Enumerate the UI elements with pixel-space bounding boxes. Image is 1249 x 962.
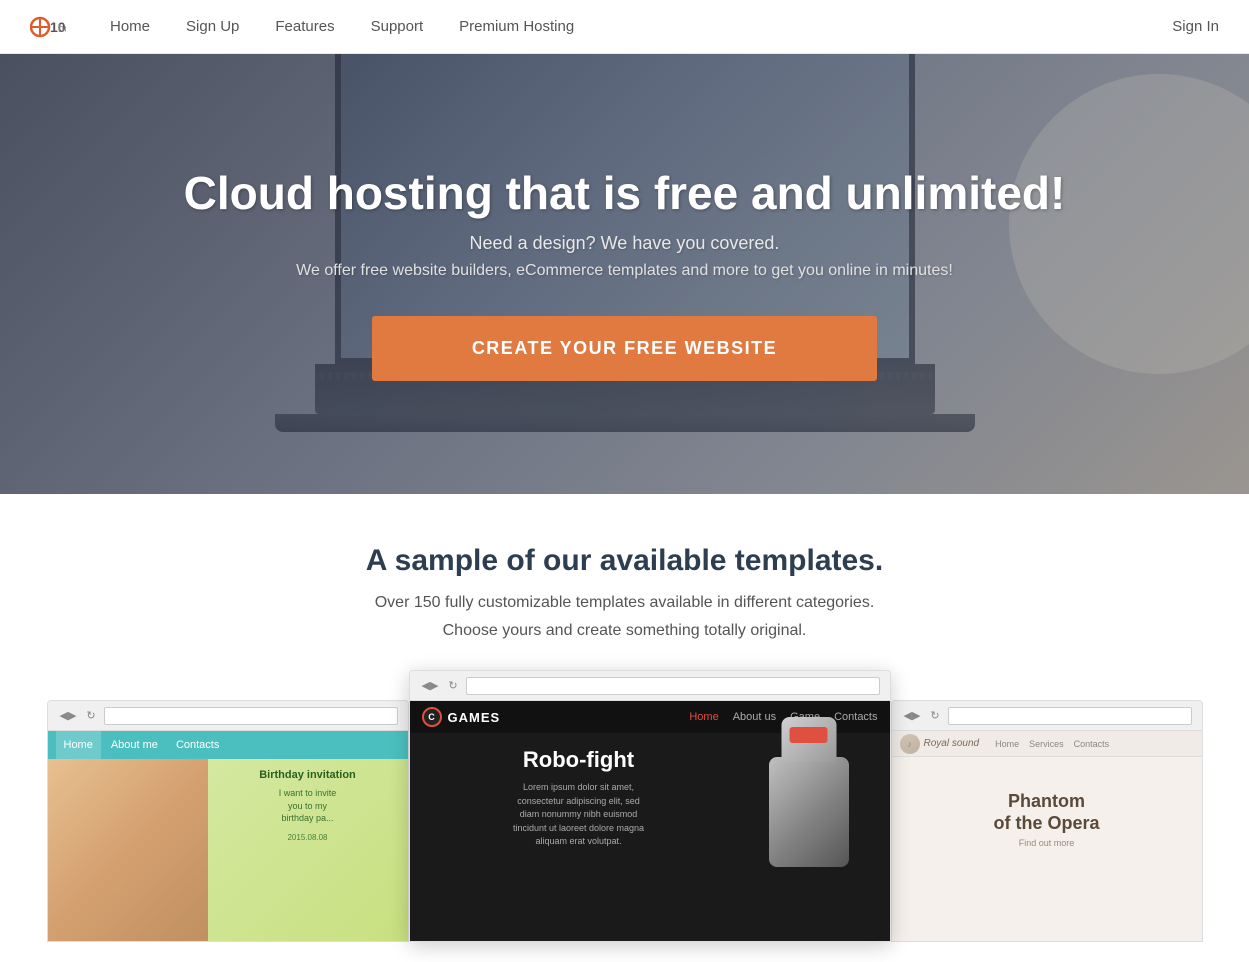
logo-icon: 10 hosting — [30, 9, 66, 45]
browser-bar-royal: ◀▶ ↻ — [892, 701, 1202, 731]
games-text: Robo-fight Lorem ipsum dolor sit amet,co… — [426, 747, 732, 907]
nav-item-support[interactable]: Support — [371, 18, 424, 35]
birthday-nav-home[interactable]: Home — [56, 731, 101, 759]
games-robot-image — [744, 747, 874, 907]
template-games-frame: ◀▶ ↻ C GAMES Home About us Game Contacts — [409, 670, 891, 942]
hero-description: We offer free website builders, eCommerc… — [296, 262, 953, 280]
hero-subtitle: Need a design? We have you covered. — [470, 233, 780, 254]
template-games: C GAMES Home About us Game Contacts Robo… — [410, 701, 890, 941]
royal-nav-home[interactable]: Home — [995, 739, 1019, 749]
browser-refresh[interactable]: ↻ — [84, 709, 97, 722]
browser-refresh-games[interactable]: ↻ — [446, 679, 459, 692]
birthday-photo — [48, 759, 208, 941]
games-nav-home[interactable]: Home — [689, 711, 718, 723]
games-logo-circle: C — [422, 707, 442, 727]
games-logo: C GAMES — [422, 707, 501, 727]
templates-section: A sample of our available templates. Ove… — [0, 494, 1249, 962]
games-brand: GAMES — [448, 710, 501, 725]
robot-visor — [790, 727, 828, 743]
birthday-body: I want to inviteyou to mybirthday pa... — [218, 787, 398, 825]
cta-button[interactable]: CREATE YOUR FREE WEBSITE — [372, 316, 877, 381]
template-birthday: Home About me Contacts Birthday invitati… — [48, 731, 408, 941]
templates-desc1: Over 150 fully customizable templates av… — [40, 594, 1209, 612]
hero-section: Cloud hosting that is free and unlimited… — [0, 54, 1249, 494]
browser-nav-back-royal[interactable]: ◀▶ — [902, 709, 923, 722]
templates-desc2: Choose yours and create something totall… — [40, 622, 1209, 640]
browser-url-games — [466, 677, 880, 695]
royal-logo: ♪ Royal sound — [900, 734, 980, 754]
browser-bar-birthday: ◀▶ ↻ — [48, 701, 408, 731]
nav-item-signup[interactable]: Sign Up — [186, 18, 239, 35]
robot-head — [781, 717, 836, 762]
games-nav-contacts[interactable]: Contacts — [834, 711, 877, 723]
nav-item-features[interactable]: Features — [275, 18, 334, 35]
template-royal: ♪ Royal sound Home Services Contacts Pha… — [892, 731, 1202, 941]
logo[interactable]: 10 hosting — [30, 9, 70, 45]
games-title: Robo-fight — [426, 747, 732, 773]
royal-title: Phantomof the Opera — [993, 791, 1099, 834]
royal-subtitle: Find out more — [1019, 838, 1075, 848]
browser-nav-back[interactable]: ◀▶ — [58, 709, 79, 722]
hero-title: Cloud hosting that is free and unlimited… — [184, 167, 1066, 220]
nav-item-premium[interactable]: Premium Hosting — [459, 18, 574, 35]
royal-nav: ♪ Royal sound Home Services Contacts — [892, 731, 1202, 757]
robot-body — [769, 757, 849, 867]
browser-nav-back-games[interactable]: ◀▶ — [420, 679, 441, 692]
hero-content: Cloud hosting that is free and unlimited… — [184, 167, 1066, 382]
template-birthday-frame: ◀▶ ↻ Home About me Contacts Birthday inv… — [47, 700, 409, 942]
royal-content: Phantomof the Opera Find out more — [892, 757, 1202, 862]
birthday-nav-contacts[interactable]: Contacts — [168, 731, 227, 759]
nav-signin[interactable]: Sign In — [1172, 18, 1219, 35]
nav-item-home[interactable]: Home — [110, 18, 150, 35]
template-previews-row: ◀▶ ↻ Home About me Contacts Birthday inv… — [40, 670, 1209, 942]
birthday-heading: Birthday invitation — [218, 769, 398, 781]
games-body: Lorem ipsum dolor sit amet,consectetur a… — [426, 781, 732, 849]
royal-nav-links: Home Services Contacts — [995, 739, 1109, 749]
birthday-text: Birthday invitation I want to inviteyou … — [208, 759, 408, 941]
navbar: 10 hosting Home Sign Up Features Support… — [0, 0, 1249, 54]
laptop-base — [275, 414, 975, 432]
royal-nav-contacts[interactable]: Contacts — [1074, 739, 1110, 749]
browser-refresh-royal[interactable]: ↻ — [928, 709, 941, 722]
birthday-content: Birthday invitation I want to inviteyou … — [48, 759, 408, 941]
games-nav-about[interactable]: About us — [733, 711, 776, 723]
birthday-face — [48, 759, 208, 941]
birthday-nav: Home About me Contacts — [48, 731, 408, 759]
browser-url-birthday — [104, 707, 398, 725]
templates-title: A sample of our available templates. — [40, 544, 1209, 578]
birthday-date: 2015.08.08 — [218, 833, 398, 842]
template-royal-frame: ◀▶ ↻ ♪ Royal sound Home Services Contact… — [891, 700, 1203, 942]
royal-logo-icon: ♪ — [900, 734, 920, 754]
nav-links: Home Sign Up Features Support Premium Ho… — [110, 18, 1172, 35]
birthday-nav-about[interactable]: About me — [103, 731, 166, 759]
svg-text:hosting: hosting — [58, 23, 66, 35]
royal-brand: Royal sound — [924, 738, 980, 749]
browser-url-royal — [948, 707, 1192, 725]
browser-bar-games: ◀▶ ↻ — [410, 671, 890, 701]
royal-nav-services[interactable]: Services — [1029, 739, 1064, 749]
games-content: Robo-fight Lorem ipsum dolor sit amet,co… — [410, 733, 890, 921]
